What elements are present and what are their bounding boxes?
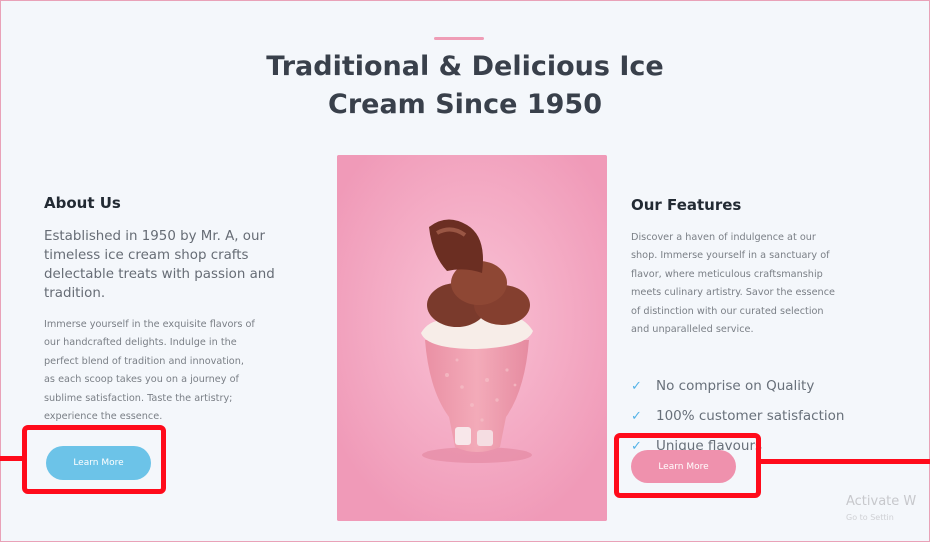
features-body-line: shop. Immerse yourself in a sanctuary of — [631, 250, 830, 262]
about-lead-line: tradition. — [44, 286, 106, 301]
about-body-line: experience the essence. — [44, 411, 163, 423]
features-body-line: of distinction with our curated selectio… — [631, 305, 824, 317]
features-body-line: meets culinary artistry. Savor the essen… — [631, 287, 835, 299]
about-lead: Established in 1950 by Mr. A, our timele… — [44, 227, 316, 303]
features-body-line: and unparalleled service. — [631, 324, 754, 336]
features-heading: Our Features — [631, 196, 742, 214]
about-body-line: as each scoop takes you on a journey of — [44, 374, 239, 386]
about-heading: About Us — [44, 194, 121, 212]
feature-item: ✓ 100% customer satisfaction — [631, 401, 844, 431]
watermark-line-2: Go to Settin — [846, 513, 894, 522]
features-body-line: Discover a haven of indulgence at our — [631, 232, 816, 243]
ice-cream-image — [337, 155, 607, 521]
about-body: Immerse yourself in the exquisite flavor… — [44, 316, 324, 426]
watermark-line-1: Activate W — [846, 494, 917, 509]
title-line-2: Cream Since 1950 — [328, 89, 602, 120]
annotation-line-right — [761, 459, 930, 464]
ice-cream-sundae-illustration — [337, 155, 607, 521]
about-body-line: our handcrafted delights. Indulge in the — [44, 337, 237, 349]
page-title: Traditional & Delicious Ice Cream Since … — [1, 48, 929, 124]
about-lead-line: Established in 1950 by Mr. A, our — [44, 229, 265, 244]
checkmark-icon: ✓ — [631, 378, 642, 394]
feature-label: 100% customer satisfaction — [656, 408, 845, 424]
highlight-box-left — [22, 425, 166, 494]
annotation-line-left — [0, 456, 22, 461]
about-lead-line: timeless ice cream shop crafts — [44, 248, 249, 263]
about-lead-line: delectable treats with passion and — [44, 267, 275, 282]
feature-item: ✓ No comprise on Quality — [631, 371, 844, 401]
feature-label: No comprise on Quality — [656, 378, 815, 394]
title-divider — [434, 37, 484, 40]
about-body-line: Immerse yourself in the exquisite flavor… — [44, 319, 255, 330]
features-body-line: flavor, where meticulous craftsmanship — [631, 268, 823, 280]
checkmark-icon: ✓ — [631, 408, 642, 424]
highlight-box-right — [614, 433, 761, 498]
features-body: Discover a haven of indulgence at our sh… — [631, 229, 906, 339]
about-body-line: sublime satisfaction. Taste the artistry… — [44, 392, 233, 404]
title-line-1: Traditional & Delicious Ice — [266, 51, 664, 82]
activation-watermark: Activate W Go to Settin — [846, 494, 916, 526]
about-body-line: perfect blend of tradition and innovatio… — [44, 355, 244, 367]
